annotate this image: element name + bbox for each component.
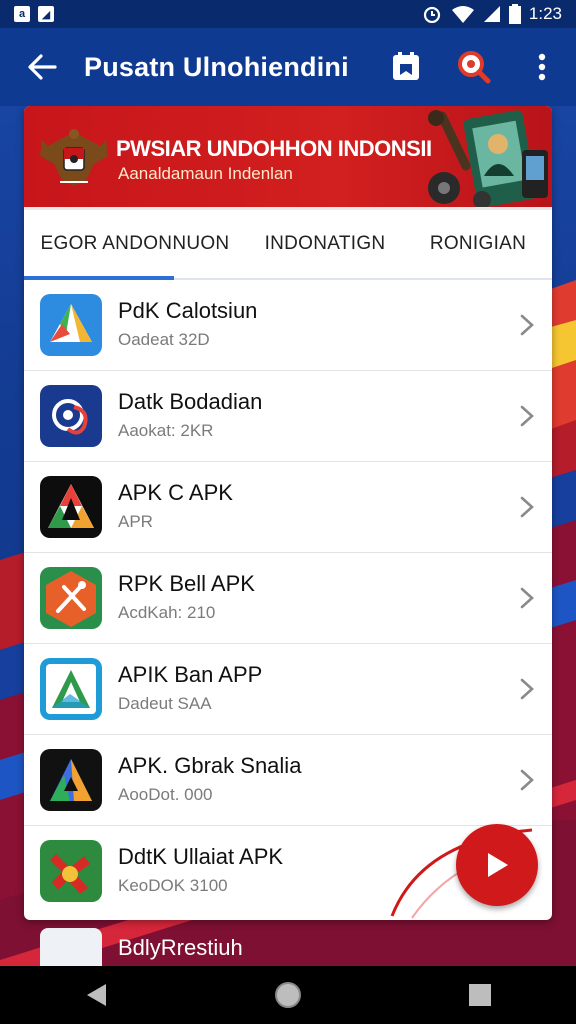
nav-home-icon bbox=[275, 982, 301, 1008]
tab-ronigian[interactable]: RONIGIAN bbox=[404, 210, 552, 278]
page-title: Pusatn Ulnohiendini bbox=[84, 51, 349, 82]
notification-a-icon: a bbox=[14, 6, 30, 22]
banner-illustration bbox=[428, 110, 548, 207]
hexagon-tools-icon bbox=[40, 567, 102, 629]
chevron-right-icon bbox=[520, 314, 534, 336]
status-left: a ◢ bbox=[14, 6, 54, 22]
drive-triangle-icon bbox=[40, 294, 102, 356]
app-meta: AcdKah: 210 bbox=[118, 603, 216, 622]
list-item[interactable]: APIK Ban APP Dadeut SAA bbox=[24, 644, 552, 735]
garuda-emblem-icon bbox=[40, 129, 108, 186]
banner-title: PWSIAR UNDOHHON INDONSII bbox=[116, 136, 432, 161]
app-meta: APR bbox=[118, 512, 153, 531]
more-options-button[interactable] bbox=[508, 28, 576, 106]
fab-area bbox=[382, 820, 552, 920]
list-item[interactable]: PdK Calotsiun Oadeat 32D bbox=[24, 280, 552, 371]
app-name: APIK Ban APP bbox=[118, 662, 263, 687]
back-button[interactable] bbox=[0, 28, 84, 106]
app-bar: Pusatn Ulnohiendini bbox=[0, 28, 576, 106]
list-item-peek[interactable]: BdlyRrestiuh bbox=[40, 928, 243, 968]
play-icon bbox=[488, 853, 508, 877]
app-name: APK C APK bbox=[118, 480, 233, 505]
app-icon-peek bbox=[40, 928, 102, 968]
clock: 1:23 bbox=[528, 4, 562, 23]
list-item[interactable]: APK. Gbrak Snalia AooDot. 000 bbox=[24, 735, 552, 826]
app-meta: Aaokat: 2KR bbox=[118, 421, 214, 440]
nav-home-button[interactable] bbox=[258, 966, 318, 1024]
navigation-bar bbox=[0, 966, 576, 1024]
chevron-right-icon bbox=[520, 769, 534, 791]
app-name: BdlyRrestiuh bbox=[118, 935, 243, 960]
signal-icon bbox=[483, 6, 500, 22]
status-bar: a ◢ 1:23 bbox=[0, 0, 576, 28]
chevron-right-icon bbox=[520, 587, 534, 609]
tab-indonatign[interactable]: INDONATIGN bbox=[246, 210, 404, 278]
notification-image-icon: ◢ bbox=[38, 6, 54, 22]
wifi-icon bbox=[451, 6, 474, 23]
list-item[interactable]: RPK Bell APK AcdKah: 210 bbox=[24, 553, 552, 644]
arrow-left-icon bbox=[28, 54, 57, 80]
nav-back-icon bbox=[87, 984, 106, 1006]
alarm-icon bbox=[423, 6, 441, 23]
nav-back-button[interactable] bbox=[66, 966, 126, 1024]
color-a-icon bbox=[40, 749, 102, 811]
battery-icon bbox=[508, 4, 521, 24]
more-vert-icon bbox=[538, 53, 546, 81]
chevron-right-icon bbox=[520, 496, 534, 518]
nav-recents-button[interactable] bbox=[450, 966, 510, 1024]
app-name: Datk Bodadian bbox=[118, 389, 263, 414]
app-meta: AooDot. 000 bbox=[118, 785, 213, 804]
banner-subtitle: Aanaldamaun Indenlan bbox=[118, 164, 293, 183]
status-right: 1:23 bbox=[421, 4, 562, 24]
app-meta: Dadeut SAA bbox=[118, 694, 212, 713]
nav-recents-icon bbox=[469, 984, 491, 1006]
hero-banner: PWSIAR UNDOHHON INDONSII Aanaldamaun Ind… bbox=[24, 106, 552, 210]
swirl-logo-icon bbox=[40, 385, 102, 447]
chevron-right-icon bbox=[520, 405, 534, 427]
app-name: APK. Gbrak Snalia bbox=[118, 753, 302, 778]
play-fab-button[interactable] bbox=[456, 824, 538, 906]
tab-bar: EGOR ANDONNUON INDONATIGN RONIGIAN bbox=[24, 210, 552, 280]
search-button[interactable] bbox=[440, 28, 508, 106]
bookmark-button[interactable] bbox=[372, 28, 440, 106]
list-item[interactable]: Datk Bodadian Aaokat: 2KR bbox=[24, 371, 552, 462]
list-item[interactable]: APK C APK APR bbox=[24, 462, 552, 553]
red-tool-icon bbox=[40, 840, 102, 902]
chevron-right-icon bbox=[520, 678, 534, 700]
main-card: PWSIAR UNDOHHON INDONSII Aanaldamaun Ind… bbox=[24, 106, 552, 920]
search-icon bbox=[458, 51, 491, 84]
app-meta: Oadeat 32D bbox=[118, 330, 210, 349]
android-a-icon bbox=[40, 658, 102, 720]
app-name: PdK Calotsiun bbox=[118, 298, 258, 323]
tab-egor-andonnuon[interactable]: EGOR ANDONNUON bbox=[24, 210, 246, 278]
app-meta: KeoDOK 3100 bbox=[118, 876, 228, 895]
bookmark-icon bbox=[393, 52, 419, 80]
app-name: DdtK Ullaiat APK bbox=[118, 844, 284, 869]
triangle-a-icon bbox=[40, 476, 102, 538]
app-name: RPK Bell APK bbox=[118, 571, 255, 596]
